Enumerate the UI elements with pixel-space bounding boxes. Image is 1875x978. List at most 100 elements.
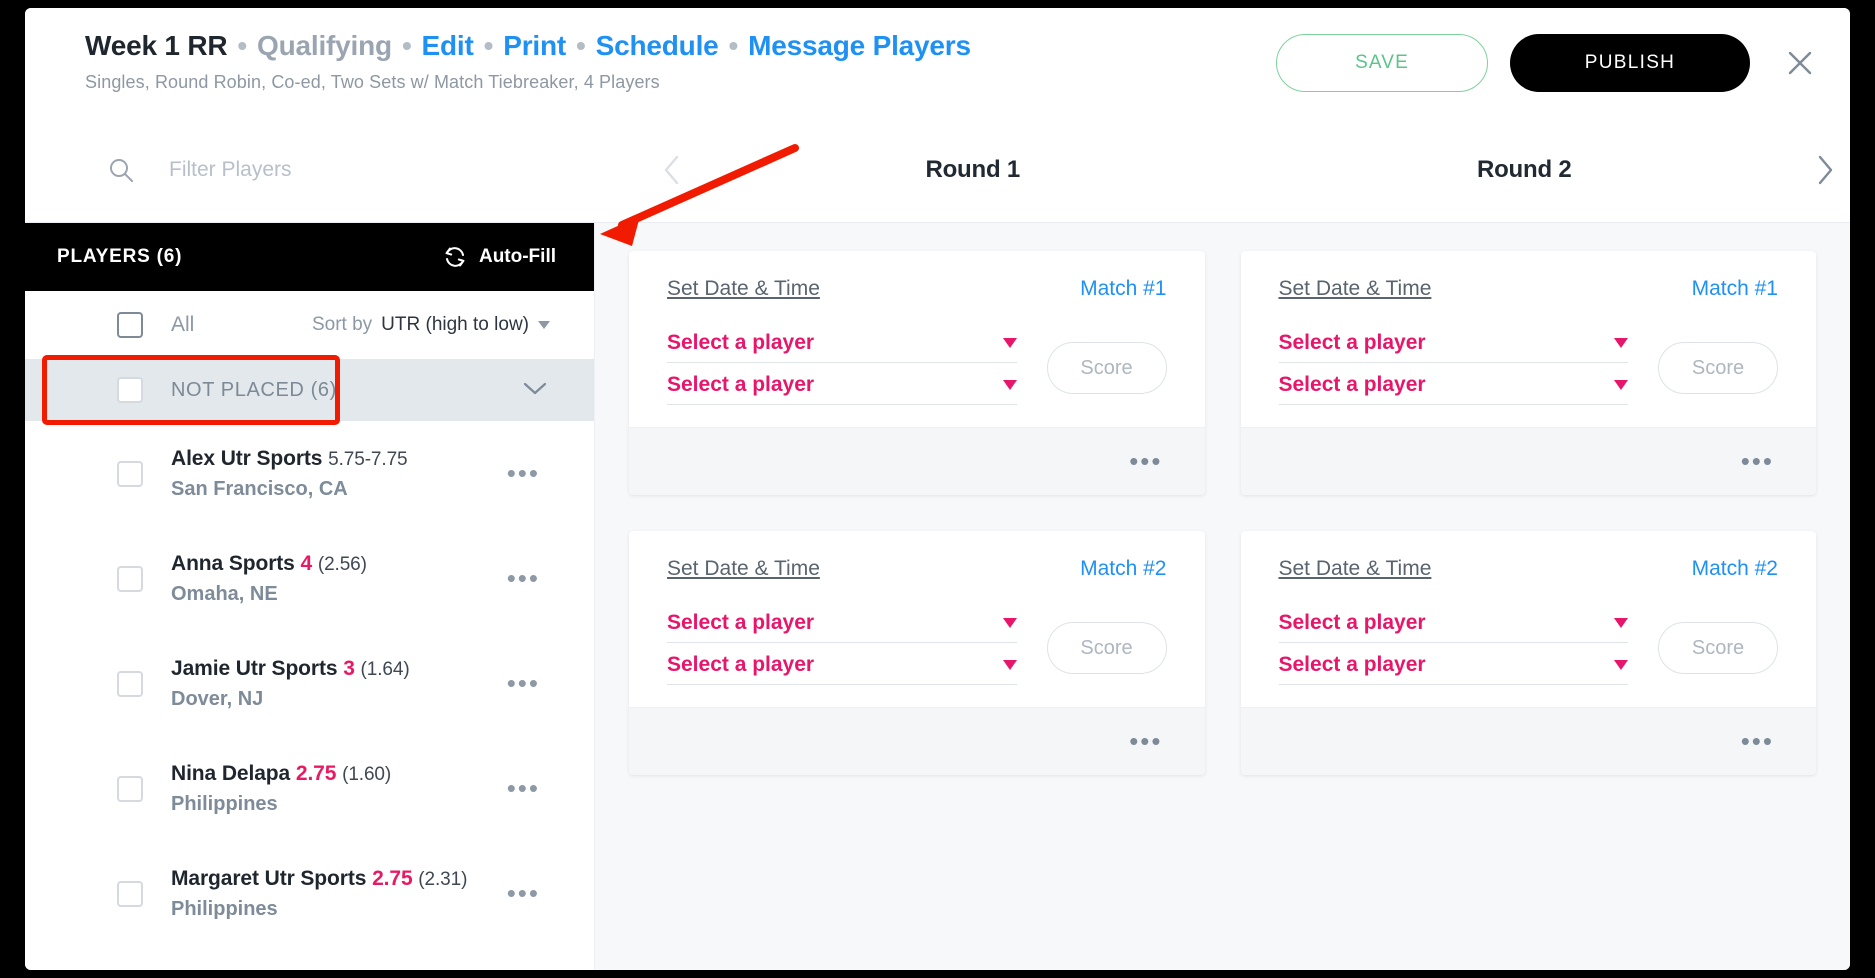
ellipsis-icon[interactable]: ••• [1129, 728, 1162, 753]
match-number-link[interactable]: Match #2 [1692, 557, 1778, 581]
match-card-body: Set Date & Time Match #1 Select a player [1241, 251, 1817, 427]
set-date-time-link[interactable]: Set Date & Time [667, 277, 820, 301]
list-item[interactable]: Nina Delapa 2.75 (1.60) Philippines ••• [25, 736, 594, 841]
match-card: Set Date & Time Match #1 Select a player [1240, 251, 1817, 495]
player-checkbox[interactable] [117, 670, 143, 697]
chevron-down-icon [1002, 338, 1017, 348]
ellipsis-icon[interactable]: ••• [507, 670, 540, 695]
select-all-checkbox[interactable] [117, 312, 143, 338]
player-2-select[interactable]: Select a player [667, 653, 1017, 685]
player-selects: Select a player Select a player [667, 331, 1017, 405]
match-card-footer: ••• [1240, 707, 1816, 775]
player-rating: 5.75-7.75 [328, 448, 408, 470]
autofill-button[interactable]: Auto-Fill [442, 244, 556, 270]
player-checkbox[interactable] [117, 880, 143, 907]
player-selects: Select a player Select a player [1278, 331, 1628, 405]
match-card-footer: ••• [1240, 427, 1816, 495]
chevron-down-icon [523, 382, 547, 394]
score-button[interactable]: Score [1046, 622, 1167, 674]
not-placed-collapse-toggle[interactable] [522, 380, 548, 401]
set-date-time-link[interactable]: Set Date & Time [667, 557, 820, 581]
modal-header: Week 1 RR • Qualifying • Edit • Print • … [25, 8, 1850, 118]
match-card-footer: ••• [629, 427, 1205, 495]
player-location: Philippines [171, 897, 278, 920]
sort-by-dropdown[interactable]: Sort by UTR (high to low) [312, 314, 550, 336]
not-placed-group-row[interactable]: NOT PLACED (6) [25, 355, 594, 425]
ellipsis-icon[interactable]: ••• [1129, 448, 1162, 473]
close-button[interactable] [1780, 43, 1820, 83]
match-card: Set Date & Time Match #1 Select a player [629, 251, 1205, 495]
not-placed-checkbox[interactable] [117, 377, 143, 403]
player-checkbox[interactable] [117, 460, 143, 487]
breadcrumb-separator: • [401, 30, 412, 61]
player-name: Nina Delapa [171, 761, 291, 785]
score-button[interactable]: Score [1658, 342, 1778, 394]
player-name-line: Jamie Utr Sports 3 (1.64) [171, 657, 410, 680]
player-1-select-label: Select a player [667, 331, 815, 354]
player-name-line: Nina Delapa 2.75 (1.60) [171, 762, 391, 785]
player-location: San Francisco, CA [171, 477, 348, 500]
ellipsis-icon[interactable]: ••• [507, 880, 540, 905]
player-1-select-label: Select a player [1278, 331, 1426, 354]
autofill-label: Auto-Fill [478, 246, 556, 267]
header-actions: SAVE PUBLISH [1276, 34, 1820, 92]
save-button[interactable]: SAVE [1276, 34, 1488, 92]
round-2-column: Set Date & Time Match #1 Select a player [1240, 251, 1817, 970]
schedule-link[interactable]: Schedule [596, 30, 719, 62]
set-date-time-link[interactable]: Set Date & Time [1279, 277, 1432, 301]
player-1-select[interactable]: Select a player [1278, 331, 1628, 363]
next-round-button[interactable] [1800, 153, 1850, 187]
player-2-select[interactable]: Select a player [1278, 373, 1628, 405]
player-2-select-label: Select a player [667, 653, 815, 676]
message-players-link[interactable]: Message Players [748, 30, 971, 62]
player-info: Nina Delapa 2.75 (1.60) Philippines [171, 762, 391, 816]
player-2-select[interactable]: Select a player [667, 373, 1017, 405]
player-reliability: (1.60) [342, 763, 392, 785]
ellipsis-icon[interactable]: ••• [507, 775, 540, 800]
player-1-select[interactable]: Select a player [667, 331, 1017, 363]
player-name: Alex Utr Sports [171, 446, 323, 470]
player-location: Omaha, NE [171, 582, 278, 605]
ellipsis-icon[interactable]: ••• [1741, 728, 1774, 753]
ellipsis-icon[interactable]: ••• [507, 460, 540, 485]
prev-round-button[interactable] [647, 153, 697, 187]
player-2-select[interactable]: Select a player [1278, 653, 1628, 685]
list-item[interactable]: Anna Sports 4 (2.56) Omaha, NE ••• [25, 526, 594, 631]
player-reliability: (2.31) [418, 868, 468, 890]
player-selects: Select a player Select a player [667, 611, 1017, 685]
list-item[interactable]: Margaret Utr Sports 2.75 (2.31) Philippi… [25, 841, 594, 946]
set-date-time-link[interactable]: Set Date & Time [1279, 557, 1432, 581]
ellipsis-icon[interactable]: ••• [507, 565, 540, 590]
filter-players-field[interactable] [25, 118, 647, 222]
player-checkbox[interactable] [117, 775, 143, 802]
chevron-down-icon [538, 321, 550, 329]
match-card-content: Select a player Select a player Score [1278, 611, 1778, 685]
select-all-label: All [171, 313, 195, 336]
search-input[interactable] [169, 158, 549, 182]
match-number-link[interactable]: Match #2 [1080, 557, 1166, 581]
player-1-select[interactable]: Select a player [1278, 611, 1628, 643]
breadcrumb-separator: • [728, 30, 739, 61]
ellipsis-icon[interactable]: ••• [1741, 448, 1774, 473]
breadcrumb-separator: • [237, 30, 248, 61]
search-icon [110, 159, 133, 182]
score-button[interactable]: Score [1658, 622, 1778, 674]
player-checkbox[interactable] [117, 565, 143, 592]
chevron-down-icon [1614, 380, 1628, 390]
print-link[interactable]: Print [503, 30, 566, 62]
match-card-body: Set Date & Time Match #2 Select a player [629, 531, 1205, 707]
match-card: Set Date & Time Match #2 Select a player [629, 531, 1205, 775]
player-reliability: (2.56) [317, 553, 367, 575]
chevron-down-icon [1002, 660, 1017, 670]
match-number-link[interactable]: Match #1 [1080, 277, 1166, 301]
list-item[interactable]: Alex Utr Sports 5.75-7.75 San Francisco,… [25, 421, 594, 526]
publish-button[interactable]: PUBLISH [1510, 34, 1750, 92]
player-1-select-label: Select a player [667, 611, 815, 634]
list-item[interactable]: Jamie Utr Sports 3 (1.64) Dover, NJ ••• [25, 631, 594, 736]
player-1-select[interactable]: Select a player [667, 611, 1017, 643]
round-1-title: Round 1 [925, 156, 1021, 183]
edit-link[interactable]: Edit [422, 30, 474, 62]
match-number-link[interactable]: Match #1 [1692, 277, 1778, 301]
player-rating: 4 [300, 551, 313, 575]
score-button[interactable]: Score [1046, 342, 1167, 394]
